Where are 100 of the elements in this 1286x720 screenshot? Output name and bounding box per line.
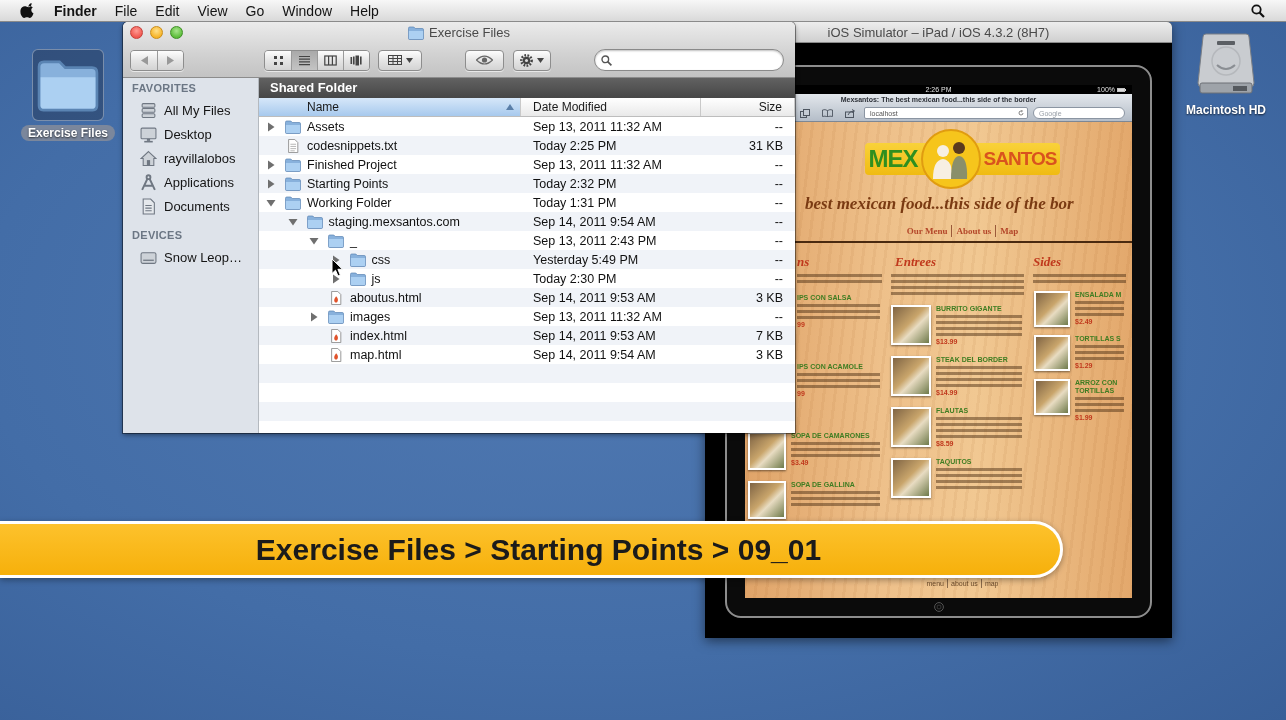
- column-header[interactable]: Date Modified: [521, 98, 701, 116]
- folder-icon: [328, 233, 344, 248]
- file-name[interactable]: index.html: [350, 328, 407, 343]
- house-icon: [140, 149, 157, 167]
- date-modified: Sep 13, 2011 2:43 PM: [532, 233, 657, 248]
- sidebar-item[interactable]: Applications: [123, 170, 258, 194]
- file-size: --: [774, 119, 784, 134]
- action-button[interactable]: [513, 49, 551, 71]
- column-header[interactable]: Name: [259, 98, 521, 116]
- forward-button[interactable]: [157, 50, 183, 70]
- file-name[interactable]: css: [371, 252, 391, 267]
- arrange-button[interactable]: [378, 49, 422, 71]
- sidebar-item[interactable]: Desktop: [123, 122, 258, 146]
- sort-arrow-icon: [506, 104, 514, 110]
- menu-item[interactable]: Help: [350, 0, 379, 21]
- quick-look-button[interactable]: [465, 49, 504, 71]
- search-icon[interactable]: [1251, 3, 1265, 18]
- text-file-icon: [285, 138, 301, 153]
- file-size: --: [774, 176, 784, 191]
- right-triangle-icon: [167, 55, 174, 65]
- file-name[interactable]: _: [350, 233, 357, 248]
- file-name[interactable]: js: [371, 271, 381, 286]
- date-modified: Sep 13, 2011 11:32 AM: [532, 119, 662, 134]
- menu-heading: ns: [797, 255, 810, 269]
- breadcrumb-text: Exercise Files > Starting Points > 09_01: [255, 532, 822, 567]
- folder-icon: [285, 157, 301, 172]
- file-name[interactable]: map.html: [350, 347, 402, 362]
- folder-icon: [349, 252, 366, 267]
- share-icon[interactable]: [845, 108, 856, 118]
- file-size: --: [774, 157, 784, 172]
- search-icon: [601, 54, 612, 66]
- view-button[interactable]: [343, 50, 369, 70]
- window-title: Exercise Files: [429, 25, 510, 40]
- sidebar-item[interactable]: rayvillalobos: [123, 146, 258, 170]
- icon-label[interactable]: Macintosh HD: [1179, 102, 1273, 118]
- sidebar-heading: FAVORITES: [131, 82, 198, 95]
- compass-icon: [140, 173, 157, 191]
- text-lines-drawing: [1075, 301, 1124, 316]
- view-button[interactable]: [265, 50, 291, 70]
- file-name[interactable]: aboutus.html: [350, 290, 422, 305]
- date-modified: Today 2:32 PM: [532, 176, 617, 191]
- pages-icon[interactable]: [800, 108, 811, 118]
- two-figures-icon: [920, 129, 981, 189]
- home-button-icon[interactable]: [933, 602, 944, 612]
- folder-icon: [408, 25, 425, 40]
- file-name[interactable]: Assets: [307, 119, 345, 134]
- folder-icon: [285, 176, 301, 191]
- left-triangle-icon: [140, 55, 148, 65]
- hard-drive-icon[interactable]: [1196, 32, 1256, 96]
- date-modified: Today 2:25 PM: [532, 138, 617, 153]
- menu-heading: Sides: [1033, 255, 1062, 269]
- icon-label[interactable]: Exercise Files: [20, 125, 116, 141]
- menu-heading: Entrees: [895, 255, 937, 269]
- app-menu[interactable]: Finder: [54, 0, 97, 21]
- search-field[interactable]: [594, 49, 784, 71]
- html-file-icon: [328, 328, 344, 343]
- file-size: 7 KB: [755, 328, 784, 343]
- menu-item[interactable]: Go: [245, 0, 265, 21]
- date-modified: Today 1:31 PM: [532, 195, 617, 210]
- sidebar-item[interactable]: All My Files: [123, 98, 258, 122]
- view-button[interactable]: [291, 50, 317, 70]
- file-size: --: [774, 309, 784, 324]
- folder-icon: [285, 195, 301, 210]
- folder-icon: [306, 214, 323, 229]
- date-modified: Sep 13, 2011 11:32 AM: [532, 157, 662, 172]
- view-button[interactable]: [317, 50, 343, 70]
- apple-icon[interactable]: [20, 2, 34, 19]
- logo-text: SANTOS: [983, 147, 1057, 171]
- file-size: --: [774, 195, 784, 210]
- caret-icon: [405, 57, 413, 63]
- file-size: --: [774, 214, 784, 229]
- date-modified: Yesterday 5:49 PM: [532, 252, 639, 267]
- file-name[interactable]: staging.mexsantos.com: [328, 214, 460, 229]
- menu-item[interactable]: View: [197, 0, 228, 21]
- back-button[interactable]: [131, 50, 157, 70]
- file-size: 3 KB: [755, 290, 784, 305]
- file-name[interactable]: images: [350, 309, 391, 324]
- menu-item[interactable]: File: [114, 0, 138, 21]
- book-icon[interactable]: [822, 109, 833, 117]
- list-view-icon: [298, 54, 311, 66]
- monitor-icon: [140, 125, 157, 143]
- folder-icon[interactable]: [32, 49, 104, 121]
- sidebar-item[interactable]: Documents: [123, 194, 258, 218]
- close-button[interactable]: [130, 26, 143, 39]
- date-modified: Today 2:30 PM: [532, 271, 617, 286]
- date-modified: Sep 14, 2011 9:53 AM: [532, 290, 656, 305]
- zoom-button[interactable]: [170, 26, 183, 39]
- cover-flow-icon: [350, 54, 363, 66]
- reload-icon[interactable]: [1018, 110, 1024, 116]
- file-name[interactable]: Working Folder: [307, 195, 392, 210]
- grid-icon: [387, 55, 402, 65]
- nav-link[interactable]: About us: [951, 225, 996, 237]
- menu-item[interactable]: Window: [282, 0, 333, 21]
- menu-item[interactable]: Edit: [155, 0, 180, 21]
- file-name[interactable]: Starting Points: [307, 176, 389, 191]
- date-modified: Sep 14, 2011 9:53 AM: [532, 328, 656, 343]
- file-name[interactable]: codesnippets.txt: [307, 138, 398, 153]
- logo-text: MEX: [868, 144, 918, 174]
- sidebar-item[interactable]: Snow Leop…: [123, 245, 258, 269]
- file-name[interactable]: Finished Project: [307, 157, 397, 172]
